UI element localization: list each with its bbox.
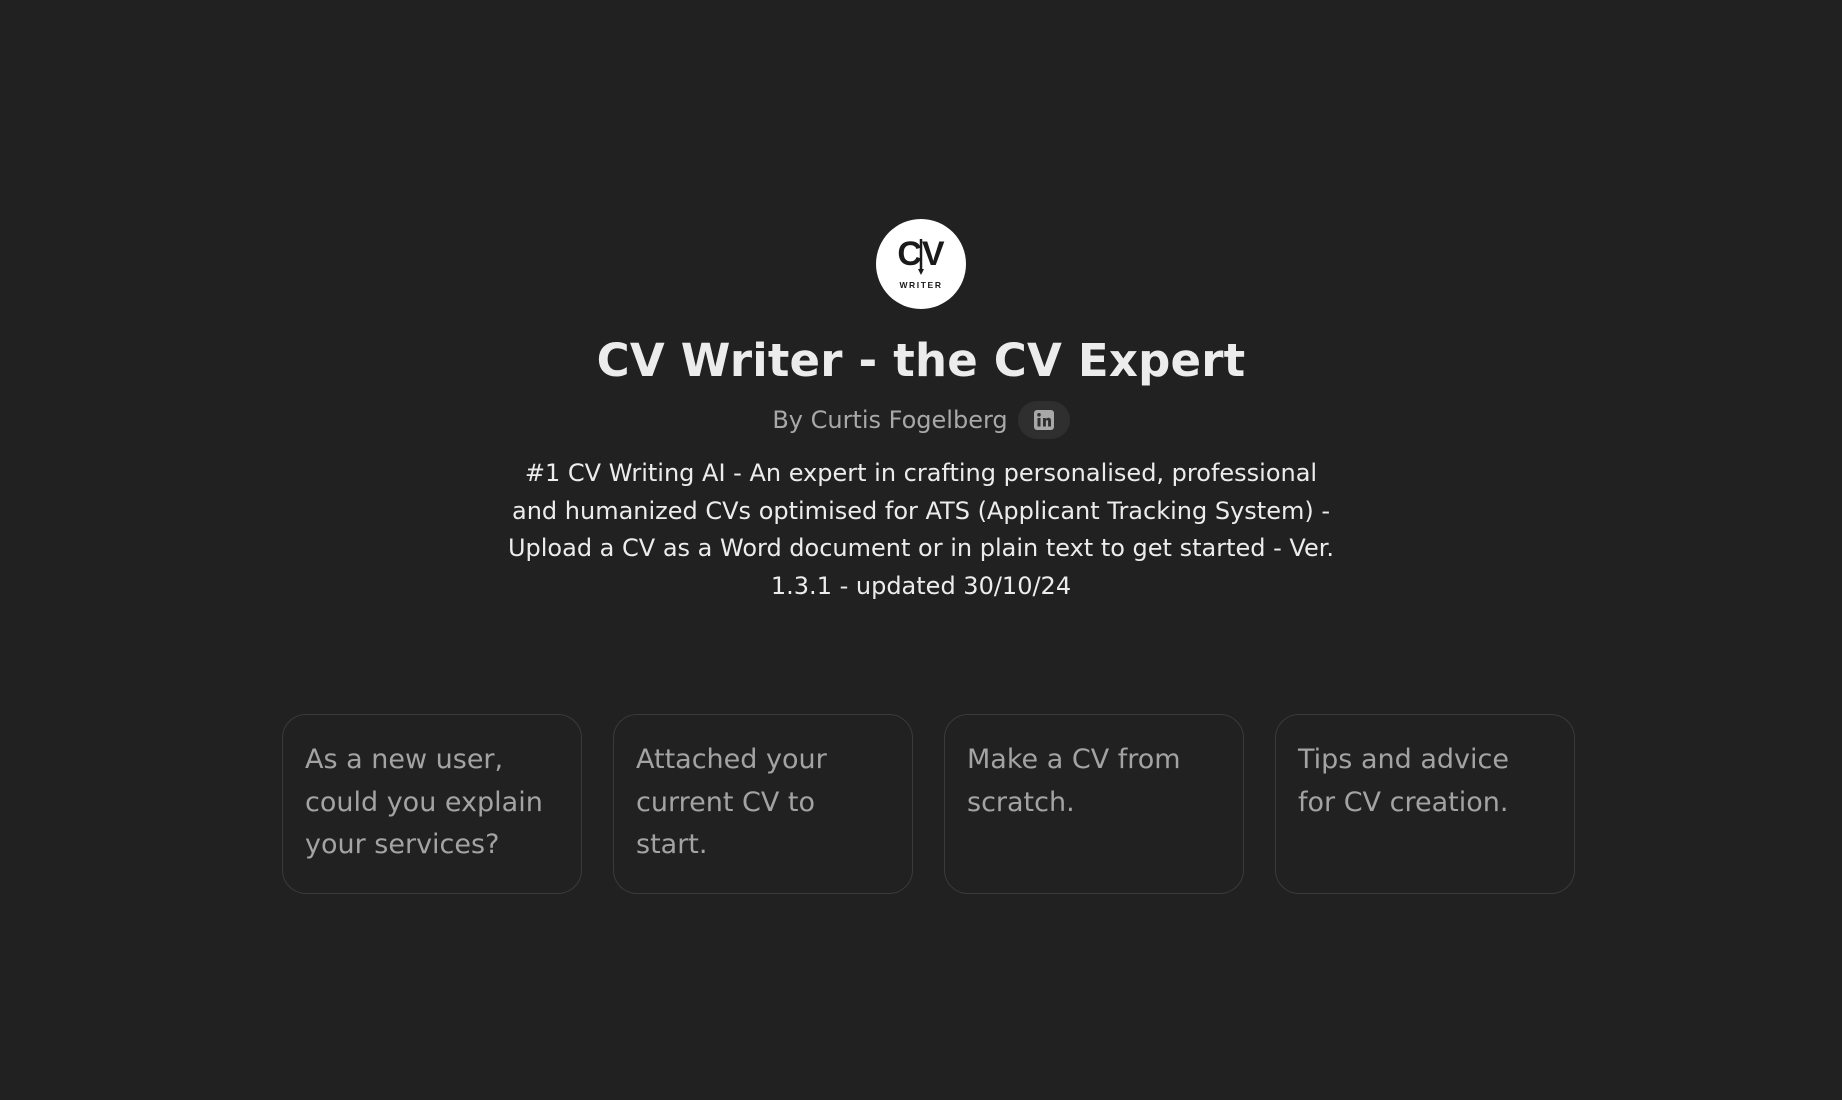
- author-byline: By Curtis Fogelberg: [772, 401, 1070, 439]
- conversation-starters: As a new user, could you explain your se…: [282, 714, 1575, 894]
- gpt-title: CV Writer - the CV Expert: [596, 334, 1246, 387]
- gpt-header: CV WRITER CV Writer - the CV Expert By C…: [0, 219, 1842, 605]
- starter-card[interactable]: As a new user, could you explain your se…: [282, 714, 582, 894]
- cv-writer-logo-icon: CV WRITER: [897, 235, 945, 290]
- gpt-landing-page: CV WRITER CV Writer - the CV Expert By C…: [0, 0, 1842, 1100]
- starter-card[interactable]: Make a CV from scratch.: [944, 714, 1244, 894]
- gpt-description: #1 CV Writing AI - An expert in crafting…: [507, 459, 1335, 600]
- linkedin-link[interactable]: [1017, 401, 1070, 439]
- starter-card[interactable]: Attached your current CV to start.: [613, 714, 913, 894]
- linkedin-icon: [1033, 410, 1054, 430]
- gpt-logo: CV WRITER: [876, 219, 966, 309]
- author-name: By Curtis Fogelberg: [772, 406, 1008, 434]
- starter-card[interactable]: Tips and advice for CV creation.: [1275, 714, 1575, 894]
- svg-text:WRITER: WRITER: [899, 280, 942, 290]
